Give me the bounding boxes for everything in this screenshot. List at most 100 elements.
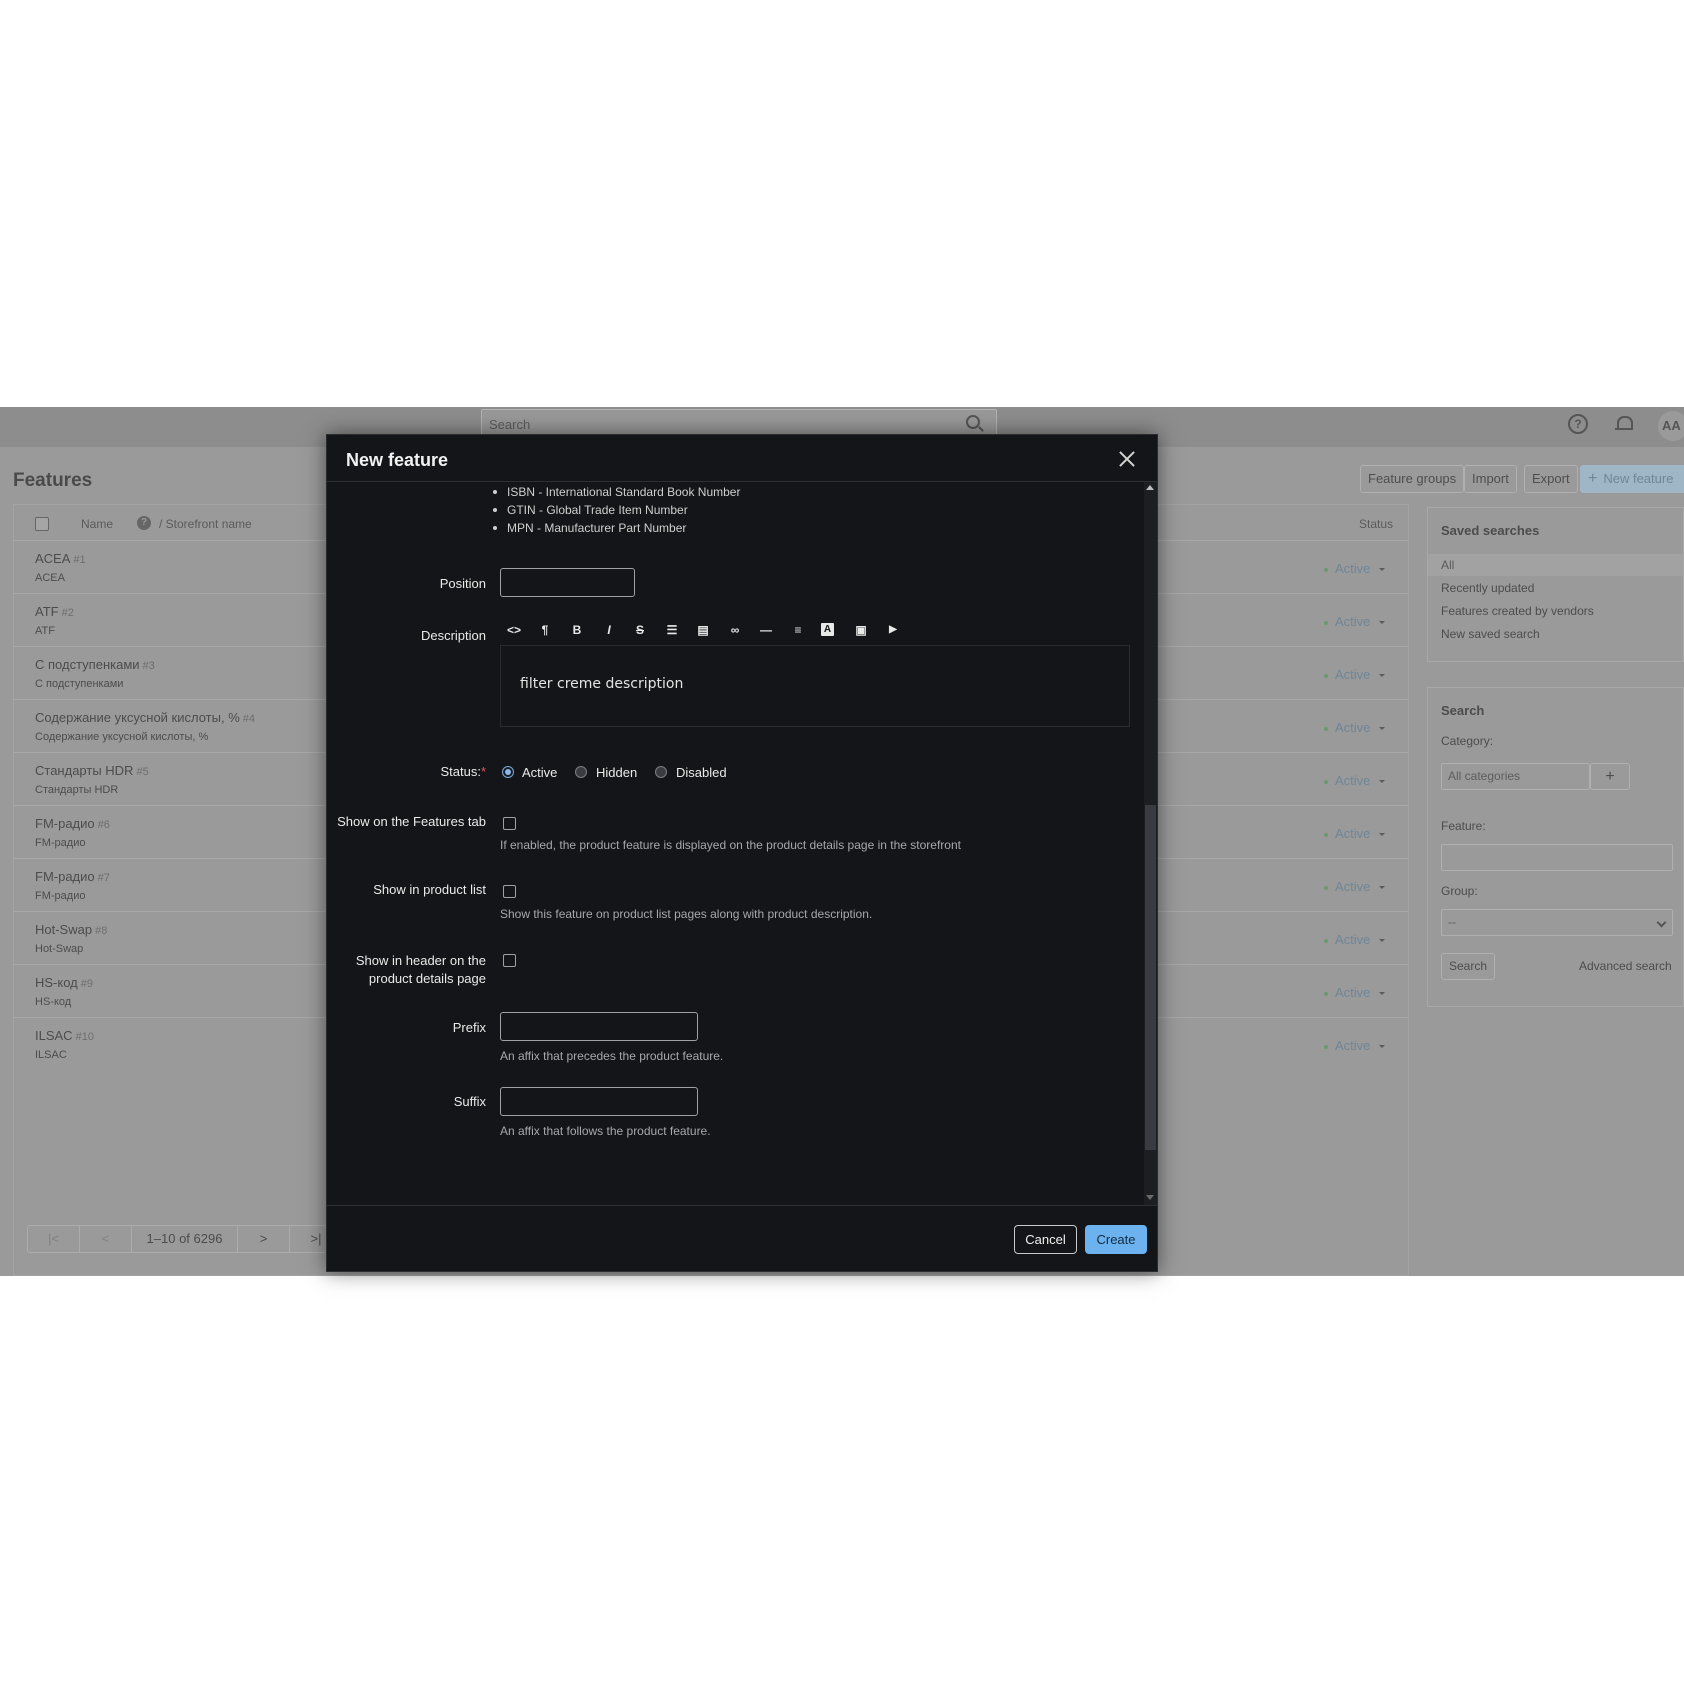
caret-down-icon: [1379, 992, 1386, 996]
avatar[interactable]: AA: [1658, 411, 1684, 441]
add-category-button[interactable]: +: [1590, 763, 1630, 790]
status-active-label[interactable]: Active: [522, 765, 557, 780]
feature-name-text: ACEA: [35, 551, 71, 566]
feature-id: #5: [136, 766, 149, 778]
feature-name[interactable]: ATF #2: [35, 604, 74, 619]
bell-icon[interactable]: [1613, 414, 1633, 434]
group-select[interactable]: --: [1441, 909, 1673, 936]
group-label: Group:: [1441, 884, 1478, 898]
column-name[interactable]: Name: [81, 517, 113, 531]
horizontal-rule-icon[interactable]: —: [757, 621, 775, 639]
status-dropdown[interactable]: Active: [1324, 561, 1386, 576]
show-header-checkbox[interactable]: [503, 954, 516, 967]
status-text: Active: [1335, 1038, 1371, 1053]
scrollbar-thumb[interactable]: [1145, 805, 1156, 1150]
link-icon[interactable]: ∞: [726, 621, 744, 639]
suffix-input[interactable]: [500, 1087, 698, 1116]
feature-input[interactable]: [1441, 844, 1673, 871]
category-input[interactable]: All categories: [1441, 763, 1590, 790]
page-range-dropdown[interactable]: 1–10 of 6296: [132, 1226, 238, 1252]
saved-search-recently-updated[interactable]: Recently updated: [1428, 577, 1683, 599]
ordered-list-icon[interactable]: ▤: [694, 621, 712, 639]
scroll-down-icon[interactable]: [1146, 1195, 1154, 1200]
feature-name[interactable]: FM-радио #6: [35, 816, 110, 831]
next-page-icon[interactable]: >: [238, 1226, 290, 1252]
global-search-input[interactable]: Search: [481, 409, 997, 437]
status-dropdown[interactable]: Active: [1324, 1038, 1386, 1053]
help-icon[interactable]: ?: [1568, 414, 1588, 434]
status-disabled-radio[interactable]: [655, 766, 667, 778]
feature-name[interactable]: С подступенками #3: [35, 657, 155, 672]
prefix-label: Prefix: [452, 1020, 486, 1035]
advanced-search-link[interactable]: Advanced search: [1579, 959, 1672, 973]
status-label: Status:*: [440, 764, 486, 779]
search-button[interactable]: Search: [1441, 953, 1495, 980]
paragraph-icon[interactable]: ¶: [536, 621, 554, 639]
feature-name[interactable]: FM-радио #7: [35, 869, 110, 884]
feature-name[interactable]: Содержание уксусной кислоты, % #4: [35, 710, 255, 725]
status-dropdown[interactable]: Active: [1324, 879, 1386, 894]
import-button[interactable]: Import: [1464, 465, 1517, 493]
unordered-list-icon[interactable]: ☰: [663, 621, 681, 639]
feature-name-text: Содержание уксусной кислоты, %: [35, 710, 240, 725]
search-icon[interactable]: [966, 415, 980, 429]
question-icon[interactable]: ?: [137, 516, 151, 530]
status-dropdown[interactable]: Active: [1324, 985, 1386, 1000]
show-features-tab-checkbox[interactable]: [503, 817, 516, 830]
feature-name[interactable]: HS-код #9: [35, 975, 93, 990]
position-input[interactable]: [500, 568, 635, 597]
first-page-icon[interactable]: |<: [28, 1226, 80, 1252]
prefix-input[interactable]: [500, 1012, 698, 1041]
feature-groups-button[interactable]: Feature groups: [1360, 465, 1465, 493]
status-dropdown[interactable]: Active: [1324, 826, 1386, 841]
column-status[interactable]: Status: [1359, 517, 1393, 531]
status-hidden-label[interactable]: Hidden: [596, 765, 637, 780]
new-feature-button[interactable]: + New feature: [1580, 465, 1684, 493]
close-icon[interactable]: [1119, 451, 1135, 467]
list-item: GTIN - Global Trade Item Number: [493, 503, 688, 517]
export-button[interactable]: Export: [1524, 465, 1578, 493]
description-text: filter creme description: [520, 676, 684, 692]
column-storefront-name[interactable]: / Storefront name: [159, 517, 252, 531]
italic-icon[interactable]: I: [600, 621, 618, 639]
status-disabled-label[interactable]: Disabled: [676, 765, 727, 780]
show-features-tab-hint: If enabled, the product feature is displ…: [500, 838, 961, 852]
status-hidden-radio[interactable]: [575, 766, 587, 778]
align-icon[interactable]: ≡: [789, 621, 807, 639]
status-active-radio[interactable]: [502, 766, 514, 778]
caret-down-icon: [1379, 621, 1386, 625]
description-editor[interactable]: filter creme description: [500, 646, 1130, 727]
dialog-body[interactable]: ISBN - International Standard Book Numbe…: [327, 482, 1159, 1205]
saved-search-all[interactable]: All: [1428, 554, 1683, 576]
feature-name-text: ATF: [35, 604, 59, 619]
feature-name-text: HS-код: [35, 975, 78, 990]
image-icon[interactable]: ▣: [852, 621, 870, 639]
cancel-button[interactable]: Cancel: [1014, 1225, 1077, 1254]
status-dropdown[interactable]: Active: [1324, 773, 1386, 788]
prev-page-icon[interactable]: <: [80, 1226, 132, 1252]
scroll-up-icon[interactable]: [1146, 485, 1154, 490]
show-product-list-checkbox[interactable]: [503, 885, 516, 898]
saved-search-new[interactable]: New saved search: [1428, 623, 1683, 645]
feature-name[interactable]: Стандарты HDR #5: [35, 763, 149, 778]
feature-name-text: С подступенками: [35, 657, 140, 672]
feature-name[interactable]: Hot-Swap #8: [35, 922, 107, 937]
status-dropdown[interactable]: Active: [1324, 720, 1386, 735]
code-view-icon[interactable]: <>: [505, 621, 523, 639]
feature-name[interactable]: ILSAC #10: [35, 1028, 94, 1043]
select-all-checkbox[interactable]: [35, 517, 49, 531]
text-color-icon[interactable]: A: [821, 623, 834, 636]
strikethrough-icon[interactable]: S: [631, 621, 649, 639]
list-item: MPN - Manufacturer Part Number: [492, 521, 687, 535]
saved-search-vendors[interactable]: Features created by vendors: [1428, 600, 1683, 622]
bold-icon[interactable]: B: [568, 621, 586, 639]
status-dropdown[interactable]: Active: [1324, 932, 1386, 947]
feature-name[interactable]: ACEA #1: [35, 551, 86, 566]
status-dropdown[interactable]: Active: [1324, 667, 1386, 682]
status-dot-icon: [1324, 620, 1328, 625]
create-button[interactable]: Create: [1085, 1225, 1147, 1254]
status-radio-group: Active Hidden Disabled: [502, 765, 902, 782]
feature-id: #7: [97, 872, 110, 884]
video-icon[interactable]: ▶: [884, 621, 902, 639]
status-dropdown[interactable]: Active: [1324, 614, 1386, 629]
